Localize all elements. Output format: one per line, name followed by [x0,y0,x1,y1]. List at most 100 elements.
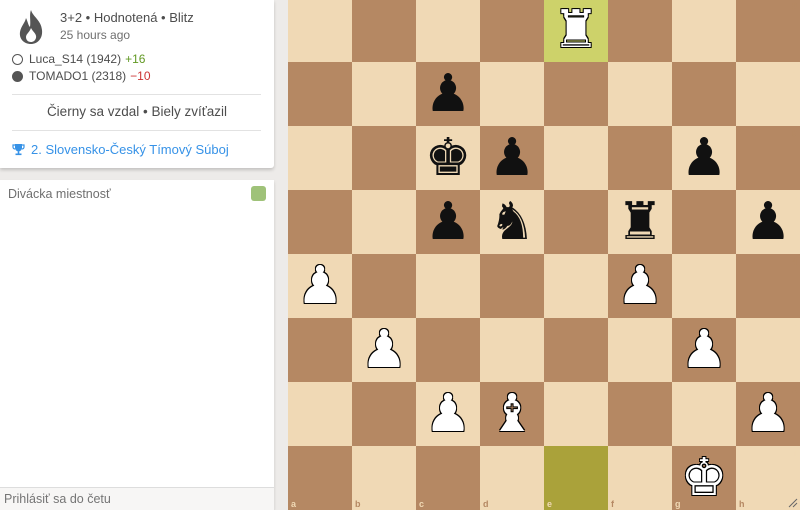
file-label: d [483,499,489,509]
white-color-dot [12,53,23,65]
square-a5[interactable] [288,190,352,254]
square-f2[interactable] [608,382,672,446]
square-e7[interactable] [544,62,608,126]
rank-label: 4 [791,257,797,267]
square-e5[interactable] [544,190,608,254]
chess-board[interactable]: 8 7 6 5 4 3 2 1 a b c d e f g h ♜ ♟ ♚ ♟ ♟ ♟ ♞ ♜ ♟ ♟ ♟ ♟ ♟ ♟ ♝ ♟ ♚ [288,0,800,510]
white-pawn-piece[interactable]: ♟ [608,254,672,318]
divider [12,130,261,131]
square-h4[interactable] [736,254,800,318]
square-g5[interactable] [672,190,736,254]
white-pawn-piece[interactable]: ♟ [288,254,352,318]
square-b6[interactable] [352,126,416,190]
white-rating-diff: +16 [125,52,146,66]
black-color-dot [12,70,23,82]
square-e4[interactable] [544,254,608,318]
square-a3[interactable] [288,318,352,382]
game-info-card: 3+2 • Hodnotená • Blitz 25 hours ago Luc… [0,0,274,168]
black-pawn-piece[interactable]: ♟ [416,62,480,126]
square-g8[interactable] [672,0,736,62]
white-player[interactable]: Luca_S14 (1942) +16 [12,52,145,66]
chat-toggle[interactable] [251,186,266,201]
rank-label: 8 [791,1,797,11]
square-b5[interactable] [352,190,416,254]
square-c1[interactable] [416,446,480,510]
square-f3[interactable] [608,318,672,382]
rank-label: 6 [791,129,797,139]
file-label: a [291,499,297,509]
square-d7[interactable] [480,62,544,126]
black-rating-diff: −10 [130,69,151,83]
file-label: b [355,499,361,509]
square-e2[interactable] [544,382,608,446]
chat-panel: Divácka miestnosť [0,180,274,510]
square-g2[interactable] [672,382,736,446]
chat-input[interactable] [0,487,274,510]
game-result: Čierny sa vzdal • Biely zvíťazil [46,104,228,119]
square-d8[interactable] [480,0,544,62]
square-a7[interactable] [288,62,352,126]
rank-label: 1 [791,449,797,459]
black-player-name: TOMADO1 (2318) [29,69,127,83]
black-pawn-piece[interactable]: ♟ [416,190,480,254]
square-c3[interactable] [416,318,480,382]
square-a8[interactable] [288,0,352,62]
square-f7[interactable] [608,62,672,126]
white-pawn-piece[interactable]: ♟ [736,382,800,446]
divider [12,94,261,95]
black-player[interactable]: TOMADO1 (2318) −10 [12,69,151,83]
square-e3[interactable] [544,318,608,382]
resize-handle-icon[interactable] [786,496,798,508]
black-king-piece[interactable]: ♚ [416,126,480,190]
square-g7[interactable] [672,62,736,126]
black-knight-piece[interactable]: ♞ [480,190,544,254]
square-d4[interactable] [480,254,544,318]
white-pawn-piece[interactable]: ♟ [672,318,736,382]
square-a1[interactable] [288,446,352,510]
square-h8[interactable] [736,0,800,62]
black-pawn-piece[interactable]: ♟ [480,126,544,190]
square-g4[interactable] [672,254,736,318]
white-pawn-piece[interactable]: ♟ [416,382,480,446]
tournament-link[interactable]: 2. Slovensko-Český Tímový Súboj [12,142,229,157]
white-king-piece[interactable]: ♚ [672,446,736,510]
trophy-icon [12,144,25,156]
square-e1[interactable] [544,446,608,510]
square-f1[interactable] [608,446,672,510]
square-d3[interactable] [480,318,544,382]
black-pawn-piece[interactable]: ♟ [672,126,736,190]
square-a6[interactable] [288,126,352,190]
square-a2[interactable] [288,382,352,446]
square-b8[interactable] [352,0,416,62]
chat-title: Divácka miestnosť [8,187,111,201]
square-h6[interactable] [736,126,800,190]
rank-label: 7 [791,65,797,75]
file-label: e [547,499,553,509]
fire-icon [19,10,43,44]
square-c4[interactable] [416,254,480,318]
square-f8[interactable] [608,0,672,62]
black-pawn-piece[interactable]: ♟ [736,190,800,254]
game-time: 25 hours ago [60,28,131,42]
square-b1[interactable] [352,446,416,510]
white-pawn-piece[interactable]: ♟ [352,318,416,382]
square-h3[interactable] [736,318,800,382]
game-meta: 3+2 • Hodnotená • Blitz 25 hours ago [60,10,194,42]
square-h7[interactable] [736,62,800,126]
sidebar: 3+2 • Hodnotená • Blitz 25 hours ago Luc… [0,0,287,510]
file-label: c [419,499,425,509]
square-c8[interactable] [416,0,480,62]
square-d1[interactable] [480,446,544,510]
white-rook-piece[interactable]: ♜ [544,0,608,62]
white-player-name: Luca_S14 (1942) [29,52,122,66]
square-b7[interactable] [352,62,416,126]
file-label: f [611,499,614,509]
square-e6[interactable] [544,126,608,190]
square-b2[interactable] [352,382,416,446]
white-bishop-piece[interactable]: ♝ [480,382,544,446]
square-f6[interactable] [608,126,672,190]
square-b4[interactable] [352,254,416,318]
file-label: h [739,499,745,509]
black-rook-piece[interactable]: ♜ [608,190,672,254]
rank-label: 3 [791,321,797,331]
